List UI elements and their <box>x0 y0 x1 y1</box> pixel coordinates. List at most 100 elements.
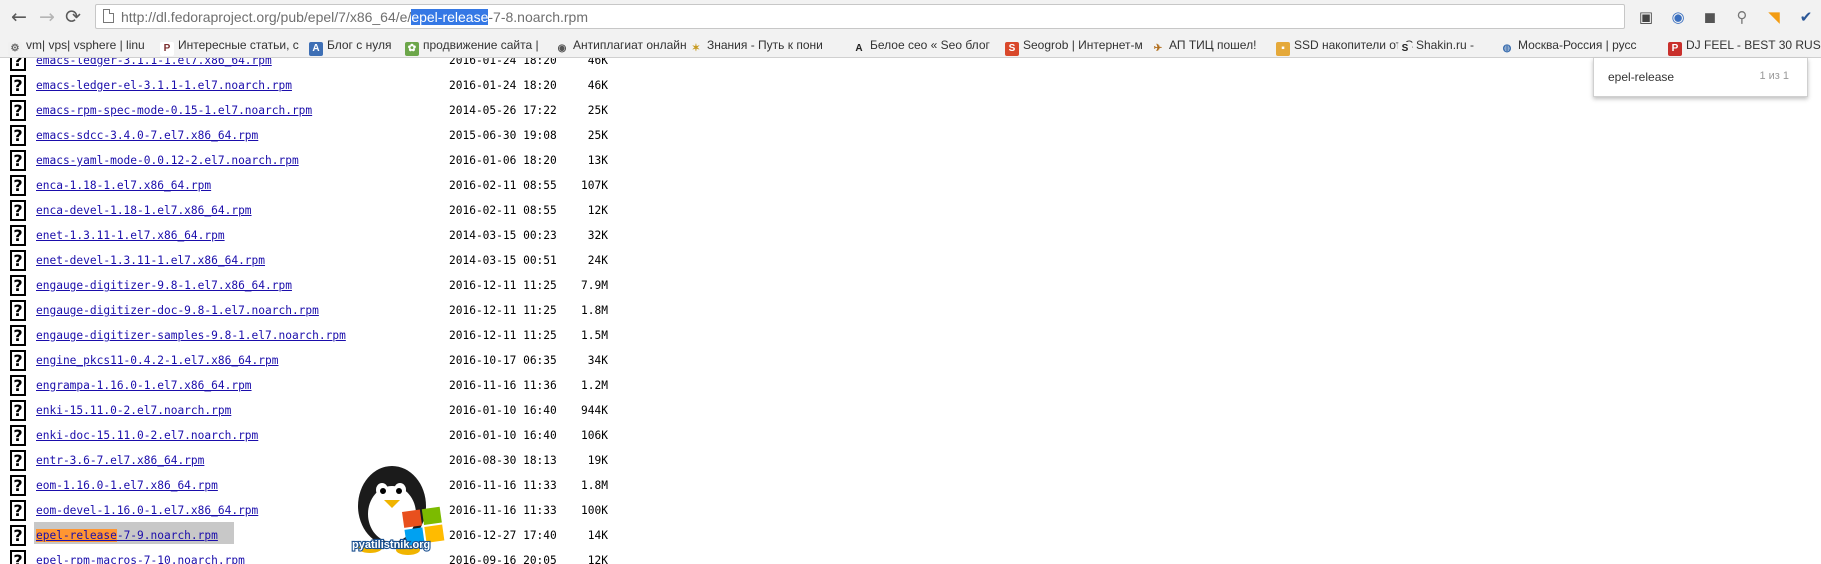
bookmark-gear[interactable]: ⚙ vm| vps| vsphere | linu <box>8 37 145 56</box>
unknown-file-icon[interactable]: ? <box>10 475 26 496</box>
file-size: 107K <box>581 179 608 192</box>
unknown-file-icon[interactable]: ? <box>10 58 26 71</box>
unknown-file-icon[interactable]: ? <box>10 525 26 546</box>
bookmark-a[interactable]: A Белое сео « Seo блог <box>852 37 990 56</box>
file-link[interactable]: eom-1.16.0-1.el7.x86_64.rpm <box>36 479 218 493</box>
unknown-file-icon[interactable]: ? <box>10 325 26 346</box>
unknown-file-icon[interactable]: ? <box>10 250 26 271</box>
file-link[interactable]: entr-3.6-7.el7.x86_64.rpm <box>36 454 204 468</box>
file-row: ? enca-1.18-1.el7.x86_64.rpm 2016-02-11 08… <box>0 174 700 199</box>
unknown-file-icon[interactable]: ? <box>10 125 26 146</box>
file-size: 34K <box>587 354 608 367</box>
question-mark-glyph: ? <box>13 526 23 545</box>
vk-extension-icon[interactable]: ✔ <box>1796 7 1816 27</box>
file-link[interactable]: epel-release-7-9.noarch.rpm <box>36 529 218 543</box>
question-mark-glyph: ? <box>13 126 23 145</box>
file-size: 12K <box>587 554 608 564</box>
file-link[interactable]: enki-15.11.0-2.el7.noarch.rpm <box>36 404 231 418</box>
question-mark-glyph: ? <box>13 351 23 370</box>
url-selected-text: epel-release <box>411 9 489 25</box>
file-link[interactable]: enki-doc-15.11.0-2.el7.noarch.rpm <box>36 429 258 443</box>
file-link[interactable]: enca-1.18-1.el7.x86_64.rpm <box>36 179 211 193</box>
back-icon[interactable]: ← <box>8 6 30 28</box>
file-link[interactable]: emacs-yaml-mode-0.0.12-2.el7.noarch.rpm <box>36 154 299 168</box>
file-link[interactable]: engrampa-1.16.0-1.el7.x86_64.rpm <box>36 379 252 393</box>
bookmark-p[interactable]: P DJ FEEL - BEST 30 RUS <box>1668 37 1821 56</box>
bookmark-shakin[interactable]: S Shakin.ru - <box>1398 37 1474 56</box>
question-mark-glyph: ? <box>13 551 23 564</box>
file-link[interactable]: engine_pkcs11-0.4.2-1.el7.x86_64.rpm <box>36 354 278 368</box>
unknown-file-icon[interactable]: ? <box>10 400 26 421</box>
file-date: 2016-02-11 08:55 <box>449 179 557 192</box>
bookmark-s[interactable]: S Seogrob | Интернет-м <box>1005 37 1143 56</box>
unknown-file-icon[interactable]: ? <box>10 75 26 96</box>
file-size: 19K <box>587 454 608 467</box>
unknown-file-icon[interactable]: ? <box>10 150 26 171</box>
bee-icon: ✶ <box>689 42 703 56</box>
url-text[interactable]: http://dl.fedoraproject.org/pub/epel/7/x… <box>121 9 588 26</box>
bookmark-bee[interactable]: ✶ Знания - Путь к пони <box>689 37 823 56</box>
unknown-file-icon[interactable]: ? <box>10 100 26 121</box>
rss-extension-icon[interactable]: ◥ <box>1764 7 1784 27</box>
bookmark-ssd[interactable]: ▪ SSD накопители от С <box>1276 37 1413 56</box>
file-link[interactable]: engauge-digitizer-samples-9.8-1.el7.noar… <box>36 329 346 343</box>
bookmark-label: DJ FEEL - BEST 30 RUS <box>1686 38 1821 52</box>
file-size: 1.5M <box>581 329 608 342</box>
bookmark-label: Знания - Путь к пони <box>707 38 823 52</box>
forward-icon[interactable]: → <box>36 6 58 28</box>
gear-icon: ⚙ <box>8 42 22 56</box>
translate-extension-icon[interactable]: ◼ <box>1700 7 1720 27</box>
bookmark-pinterest[interactable]: P Интересные статьи, с <box>160 37 299 56</box>
unknown-file-icon[interactable]: ? <box>10 200 26 221</box>
file-link[interactable]: emacs-ledger-el-3.1.1-1.el7.noarch.rpm <box>36 79 292 93</box>
unknown-file-icon[interactable]: ? <box>10 450 26 471</box>
bookmark-promo[interactable]: ✿ продвижение сайта | <box>405 37 539 56</box>
find-match-highlight: epel-release <box>36 529 117 542</box>
unknown-file-icon[interactable]: ? <box>10 500 26 521</box>
unknown-file-icon[interactable]: ? <box>10 175 26 196</box>
file-link[interactable]: emacs-ledger-3.1.1-1.el7.x86_64.rpm <box>36 58 272 68</box>
file-date: 2016-01-06 18:20 <box>449 154 557 167</box>
unknown-file-icon[interactable]: ? <box>10 225 26 246</box>
bookmark-eye[interactable]: ◉ Антиплагиат онлайн <box>555 37 687 56</box>
file-date: 2014-05-26 17:22 <box>449 104 557 117</box>
file-link[interactable]: engauge-digitizer-doc-9.8-1.el7.noarch.r… <box>36 304 319 318</box>
question-mark-glyph: ? <box>13 151 23 170</box>
file-size: 25K <box>587 129 608 142</box>
unknown-file-icon[interactable]: ? <box>10 350 26 371</box>
bookmark-label: Антиплагиат онлайн <box>573 38 687 52</box>
search-extension-icon[interactable]: ⚲ <box>1732 7 1752 27</box>
file-row: ? emacs-sdcc-3.4.0-7.el7.x86_64.rpm 2015-0… <box>0 124 700 149</box>
question-mark-glyph: ? <box>13 451 23 470</box>
unknown-file-icon[interactable]: ? <box>10 300 26 321</box>
file-size: 1.8M <box>581 304 608 317</box>
bookmark-blog[interactable]: A Блог с нуля <box>309 37 391 56</box>
file-link[interactable]: eom-devel-1.16.0-1.el7.x86_64.rpm <box>36 504 258 518</box>
bookmark-globe[interactable]: ◍ Москва-Россия | русс <box>1500 37 1637 56</box>
unknown-file-icon[interactable]: ? <box>10 375 26 396</box>
file-link[interactable]: emacs-rpm-spec-mode-0.15-1.el7.noarch.rp… <box>36 104 312 118</box>
reload-icon[interactable]: ⟳ <box>62 6 84 28</box>
seo-extension-icon[interactable]: ◉ <box>1668 7 1688 27</box>
unknown-file-icon[interactable]: ? <box>10 425 26 446</box>
screenshot-extension-icon[interactable]: ▣ <box>1636 7 1656 27</box>
file-link[interactable]: emacs-sdcc-3.4.0-7.el7.x86_64.rpm <box>36 129 258 143</box>
file-link[interactable]: engauge-digitizer-9.8-1.el7.x86_64.rpm <box>36 279 292 293</box>
bookmark-bird[interactable]: ✈ АП ТИЦ пошел! <box>1151 37 1256 56</box>
file-date: 2016-08-30 18:13 <box>449 454 557 467</box>
file-date: 2016-01-10 16:40 <box>449 429 557 442</box>
bookmarks-bar: ⚙ vm| vps| vsphere | linu P Интересные стат… <box>0 34 1821 58</box>
file-size: 1.2M <box>581 379 608 392</box>
file-link[interactable]: epel-rpm-macros-7-10.noarch.rpm <box>36 554 245 564</box>
file-link[interactable]: enca-devel-1.18-1.el7.x86_64.rpm <box>36 204 252 218</box>
unknown-file-icon[interactable]: ? <box>10 275 26 296</box>
unknown-file-icon[interactable]: ? <box>10 550 26 564</box>
ssd-icon: ▪ <box>1276 42 1290 56</box>
browser-toolbar: ← → ⟳ http://dl.fedoraproject.org/pub/ep… <box>0 0 1821 34</box>
file-link[interactable]: enet-1.3.11-1.el7.x86_64.rpm <box>36 229 225 243</box>
file-date: 2016-12-11 11:25 <box>449 304 557 317</box>
file-link[interactable]: enet-devel-1.3.11-1.el7.x86_64.rpm <box>36 254 265 268</box>
file-date: 2016-12-11 11:25 <box>449 279 557 292</box>
file-row: ? engine_pkcs11-0.4.2-1.el7.x86_64.rpm 201… <box>0 349 700 374</box>
address-bar[interactable]: http://dl.fedoraproject.org/pub/epel/7/x… <box>95 4 1625 29</box>
